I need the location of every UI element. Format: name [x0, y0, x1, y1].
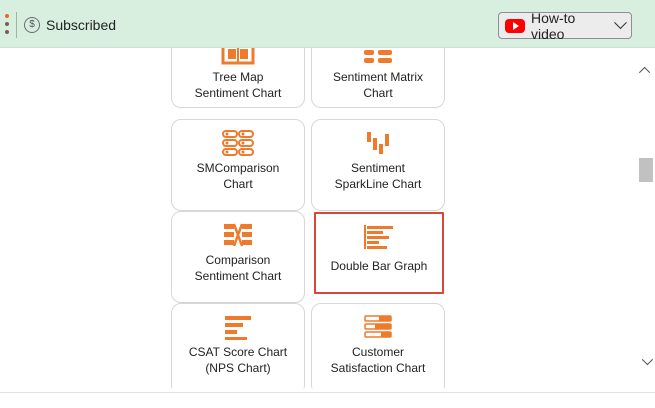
card-sentiment-sparkline-chart[interactable]: Sentiment SparkLine Chart	[311, 119, 445, 211]
customer-satisfaction-icon	[364, 315, 392, 338]
comparison-sentiment-icon	[224, 223, 252, 247]
double-bar-graph-icon	[364, 225, 393, 249]
card-label: CSAT Score Chart (NPS Chart)	[188, 345, 288, 375]
subscription-status: $ Subscribed	[24, 15, 116, 35]
how-to-video-dropdown[interactable]: How-to video	[498, 9, 632, 42]
scroll-up-icon[interactable]	[637, 62, 654, 79]
how-to-video-label: How-to video	[531, 9, 576, 42]
sentiment-matrix-icon	[364, 50, 392, 63]
smcomparison-icon	[222, 130, 254, 156]
card-sentiment-matrix-chart[interactable]: Sentiment Matrix Chart	[311, 48, 445, 108]
card-label: SMComparison Chart	[196, 161, 280, 191]
kebab-menu-icon[interactable]	[4, 14, 10, 36]
sparkline-icon	[367, 132, 389, 154]
card-label: Comparison Sentiment Chart	[194, 253, 282, 283]
chart-gallery: Tree Map Sentiment Chart Sentiment Matri…	[0, 48, 636, 388]
card-label: Customer Satisfaction Chart	[330, 345, 426, 375]
card-label: Tree Map Sentiment Chart	[194, 70, 282, 100]
card-customer-satisfaction-chart[interactable]: Customer Satisfaction Chart	[311, 303, 445, 388]
tree-map-icon	[221, 48, 255, 65]
card-label: Double Bar Graph	[330, 259, 428, 273]
card-csat-score-chart[interactable]: CSAT Score Chart (NPS Chart)	[171, 303, 305, 388]
youtube-icon	[505, 18, 525, 33]
chevron-down-icon	[614, 16, 627, 29]
scrollbar-thumb[interactable]	[639, 158, 653, 182]
top-bar: $ Subscribed How-to video	[0, 0, 655, 48]
bottom-divider	[0, 392, 655, 393]
card-tree-map-sentiment-chart[interactable]: Tree Map Sentiment Chart	[171, 48, 305, 108]
card-smcomparison-chart[interactable]: SMComparison Chart	[171, 119, 305, 211]
csat-score-icon	[225, 316, 251, 340]
card-comparison-sentiment-chart[interactable]: Comparison Sentiment Chart	[171, 211, 305, 303]
dollar-circle-icon: $	[24, 17, 40, 33]
divider	[16, 12, 17, 38]
card-label: Sentiment Matrix Chart	[332, 70, 424, 100]
scroll-down-icon[interactable]	[637, 352, 654, 369]
vertical-scrollbar[interactable]	[637, 52, 654, 372]
subscribed-label: Subscribed	[46, 17, 117, 33]
card-double-bar-graph[interactable]: Double Bar Graph	[314, 212, 444, 294]
card-label: Sentiment SparkLine Chart	[334, 161, 422, 191]
